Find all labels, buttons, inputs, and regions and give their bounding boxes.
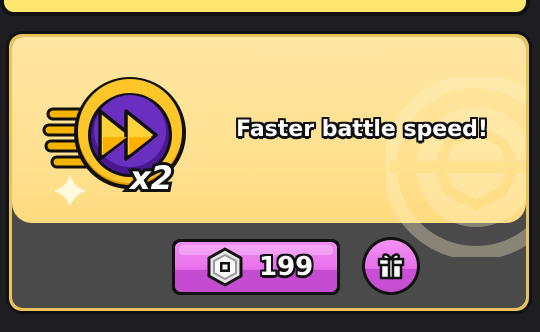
card-header-area: x2 Faster battle speed! <box>12 37 526 257</box>
multiplier-label: x2 <box>128 159 173 197</box>
price-label: 199 <box>259 252 314 282</box>
robux-icon <box>207 247 243 287</box>
speed-boost-badge-icon: x2 <box>42 77 186 205</box>
watermark-emblem-icon <box>386 77 526 257</box>
card-title: Faster battle speed! <box>236 117 488 142</box>
gift-button[interactable] <box>362 237 420 295</box>
previous-shop-card <box>0 0 530 16</box>
game-shop-screen: x2 Faster battle speed! 199 <box>0 0 540 332</box>
gift-icon <box>377 253 405 280</box>
shop-item-card: x2 Faster battle speed! 199 <box>6 31 532 314</box>
buy-button[interactable]: 199 <box>172 239 340 295</box>
